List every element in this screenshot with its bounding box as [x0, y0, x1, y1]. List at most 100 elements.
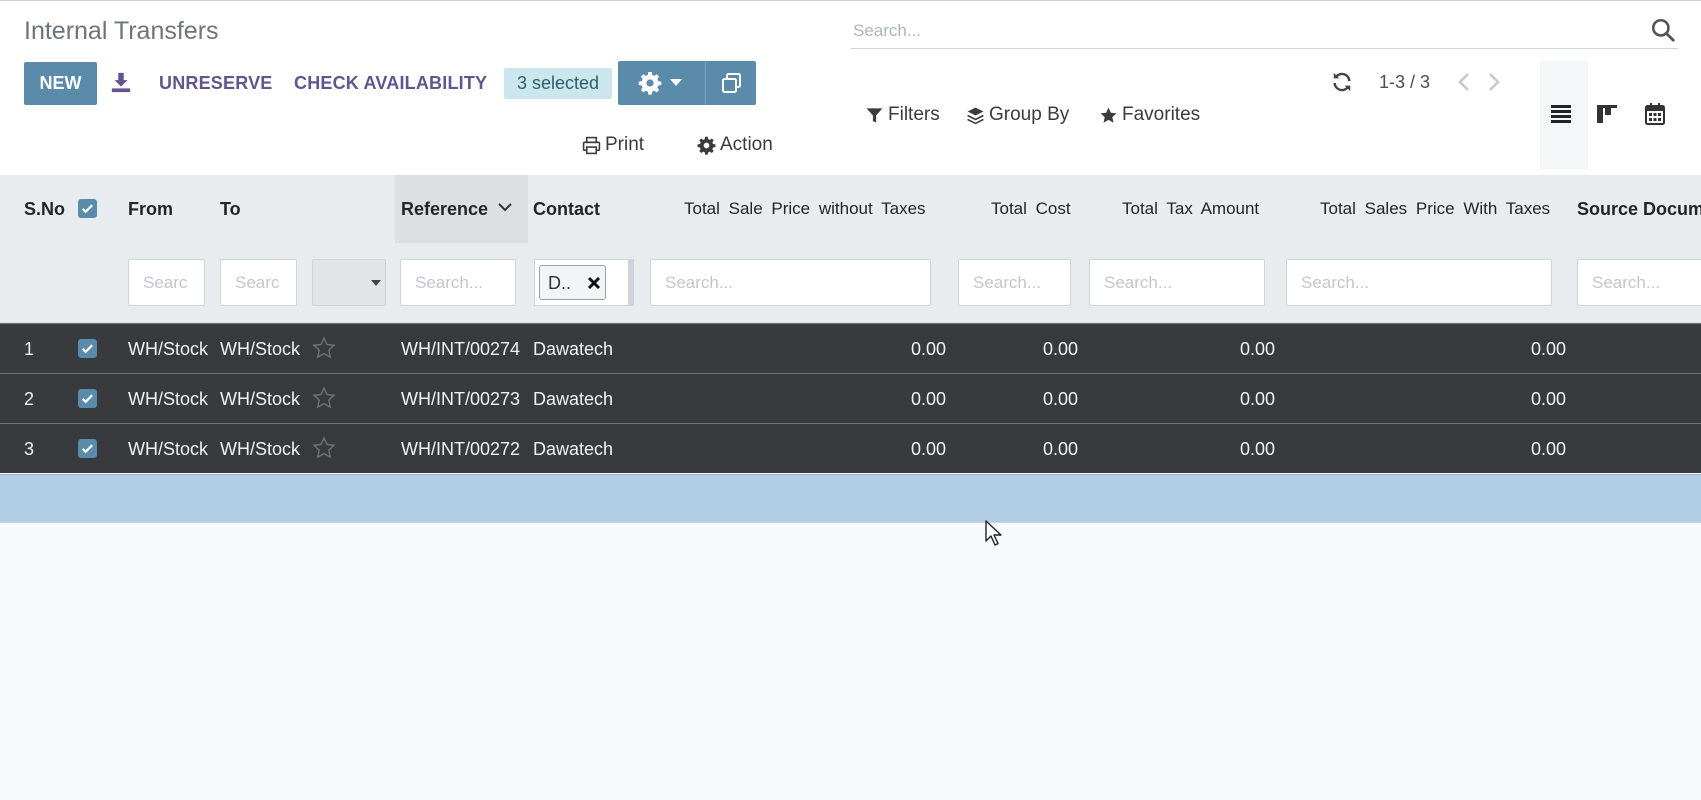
header-reference[interactable]: Reference — [401, 175, 488, 243]
cell-contact: Dawatech — [533, 389, 614, 409]
filters-button[interactable]: Filters — [865, 104, 940, 126]
page-title: Internal Transfers — [24, 17, 219, 45]
caret-down-icon — [371, 280, 381, 286]
actions-button-group — [618, 61, 756, 105]
table-row[interactable]: 3 WH/Stock WH/Stock WH/INT/00272 Dawatec… — [0, 423, 1701, 473]
search-bar — [851, 13, 1678, 49]
copy-icon[interactable] — [720, 71, 744, 95]
cell-sno: 1 — [24, 339, 35, 359]
row-checkbox[interactable] — [78, 439, 97, 458]
refresh-icon[interactable] — [1331, 71, 1353, 93]
chevron-down-icon — [498, 203, 512, 212]
sales-with-taxes-filter — [1286, 259, 1552, 306]
sale-without-taxes-filter-input[interactable] — [651, 260, 930, 305]
cell-total-cost: 0.00 — [1042, 439, 1078, 459]
reference-filter — [400, 259, 516, 306]
checkbox-icon — [82, 204, 93, 214]
row-checkbox[interactable] — [78, 339, 97, 358]
header-total-sale-without-taxes[interactable]: Total Sale Price without Taxes — [684, 175, 947, 243]
table-header: S.No From To Reference Contact Total Sal… — [0, 175, 1701, 243]
favorites-label: Favorites — [1122, 104, 1201, 125]
check-availability-button[interactable]: CHECK AVAILABILITY — [294, 73, 487, 94]
total-cost-filter-input[interactable] — [959, 260, 1070, 305]
print-icon — [582, 136, 601, 154]
unreserve-button[interactable]: UNRESERVE — [159, 73, 273, 94]
button-divider — [705, 61, 706, 105]
empty-table-row — [0, 474, 1701, 523]
cell-to: WH/Stock — [220, 389, 301, 409]
download-icon[interactable] — [110, 71, 132, 93]
search-icon[interactable] — [1650, 17, 1676, 43]
favorites-button[interactable]: Favorites — [1099, 104, 1200, 126]
checkbox-icon — [82, 394, 93, 404]
cell-sno: 2 — [24, 389, 35, 409]
header-total-sales-with-taxes[interactable]: Total Sales Price With Taxes — [1320, 175, 1568, 243]
header-source-document[interactable]: Source Docum — [1577, 175, 1701, 243]
cell-to: WH/Stock — [220, 339, 301, 359]
checkbox-icon — [82, 344, 93, 354]
cell-contact: Dawatech — [533, 439, 614, 459]
cell-tax-amount: 0.00 — [1239, 389, 1275, 409]
header-total-cost[interactable]: Total Cost — [991, 175, 1080, 243]
cell-sale-without-taxes: 0.00 — [910, 439, 946, 459]
row-checkbox[interactable] — [78, 389, 97, 408]
caret-down-icon[interactable] — [670, 79, 682, 87]
priority-filter-select[interactable] — [312, 259, 386, 306]
cell-sale-without-taxes: 0.00 — [910, 389, 946, 409]
select-all-checkbox[interactable] — [78, 199, 97, 218]
cell-from: WH/Stock — [128, 389, 209, 409]
checkbox-icon — [82, 444, 93, 454]
header-from[interactable]: From — [128, 175, 173, 243]
cell-contact: Dawatech — [533, 339, 614, 359]
selection-count-badge[interactable]: 3 selected — [504, 68, 612, 99]
to-filter-input[interactable] — [221, 260, 296, 305]
contact-filter[interactable]: D.. — [534, 259, 634, 306]
contact-filter-tag-label: D.. — [548, 273, 572, 293]
filter-icon — [866, 107, 883, 123]
star-icon[interactable] — [312, 336, 336, 360]
header-contact[interactable]: Contact — [533, 175, 600, 243]
cell-sales-with-taxes: 0.00 — [1530, 339, 1566, 359]
star-icon[interactable] — [312, 436, 336, 460]
table-row[interactable]: 2 WH/Stock WH/Stock WH/INT/00273 Dawatec… — [0, 373, 1701, 423]
cell-reference: WH/INT/00272 — [401, 439, 521, 459]
print-button[interactable]: Print — [582, 134, 644, 156]
tax-amount-filter-input[interactable] — [1090, 260, 1264, 305]
sale-without-taxes-filter — [650, 259, 931, 306]
table-row[interactable]: 1 WH/Stock WH/Stock WH/INT/00274 Dawatec… — [0, 323, 1701, 373]
filters-label: Filters — [888, 104, 940, 125]
chevron-left-icon[interactable] — [1455, 71, 1473, 93]
chevron-right-icon[interactable] — [1485, 71, 1503, 93]
group-by-button[interactable]: Group By — [966, 104, 1069, 126]
search-input[interactable] — [853, 17, 1613, 45]
group-by-label: Group By — [989, 104, 1070, 125]
cell-reference: WH/INT/00273 — [401, 389, 521, 409]
list-view-icon[interactable] — [1549, 102, 1573, 126]
cell-total-cost: 0.00 — [1042, 389, 1078, 409]
cell-sno: 3 — [24, 439, 35, 459]
action-button[interactable]: Action — [697, 134, 773, 156]
from-filter-input[interactable] — [129, 260, 204, 305]
star-icon[interactable] — [312, 386, 336, 410]
tax-amount-filter — [1089, 259, 1265, 306]
sales-with-taxes-filter-input[interactable] — [1287, 260, 1551, 305]
cell-from: WH/Stock — [128, 339, 209, 359]
cell-reference: WH/INT/00274 — [401, 339, 521, 359]
header-total-tax-amount[interactable]: Total Tax Amount — [1122, 175, 1282, 243]
cursor-icon — [985, 520, 1002, 546]
header-sno[interactable]: S.No — [24, 175, 65, 243]
cell-total-cost: 0.00 — [1042, 339, 1078, 359]
header-to[interactable]: To — [220, 175, 241, 243]
control-panel: Internal Transfers NEW UNRESERVE CHECK A… — [0, 0, 1701, 175]
source-document-filter-input[interactable] — [1578, 260, 1701, 305]
source-document-filter — [1577, 259, 1701, 306]
close-icon[interactable] — [587, 276, 601, 290]
cell-sales-with-taxes: 0.00 — [1530, 389, 1566, 409]
cell-from: WH/Stock — [128, 439, 209, 459]
calendar-view-icon[interactable] — [1643, 102, 1667, 126]
pager-value[interactable]: 1-3 / 3 — [1379, 72, 1430, 93]
reference-filter-input[interactable] — [401, 260, 515, 305]
new-button[interactable]: NEW — [24, 62, 97, 105]
kanban-view-icon[interactable] — [1595, 102, 1619, 126]
gear-icon[interactable] — [638, 71, 662, 95]
